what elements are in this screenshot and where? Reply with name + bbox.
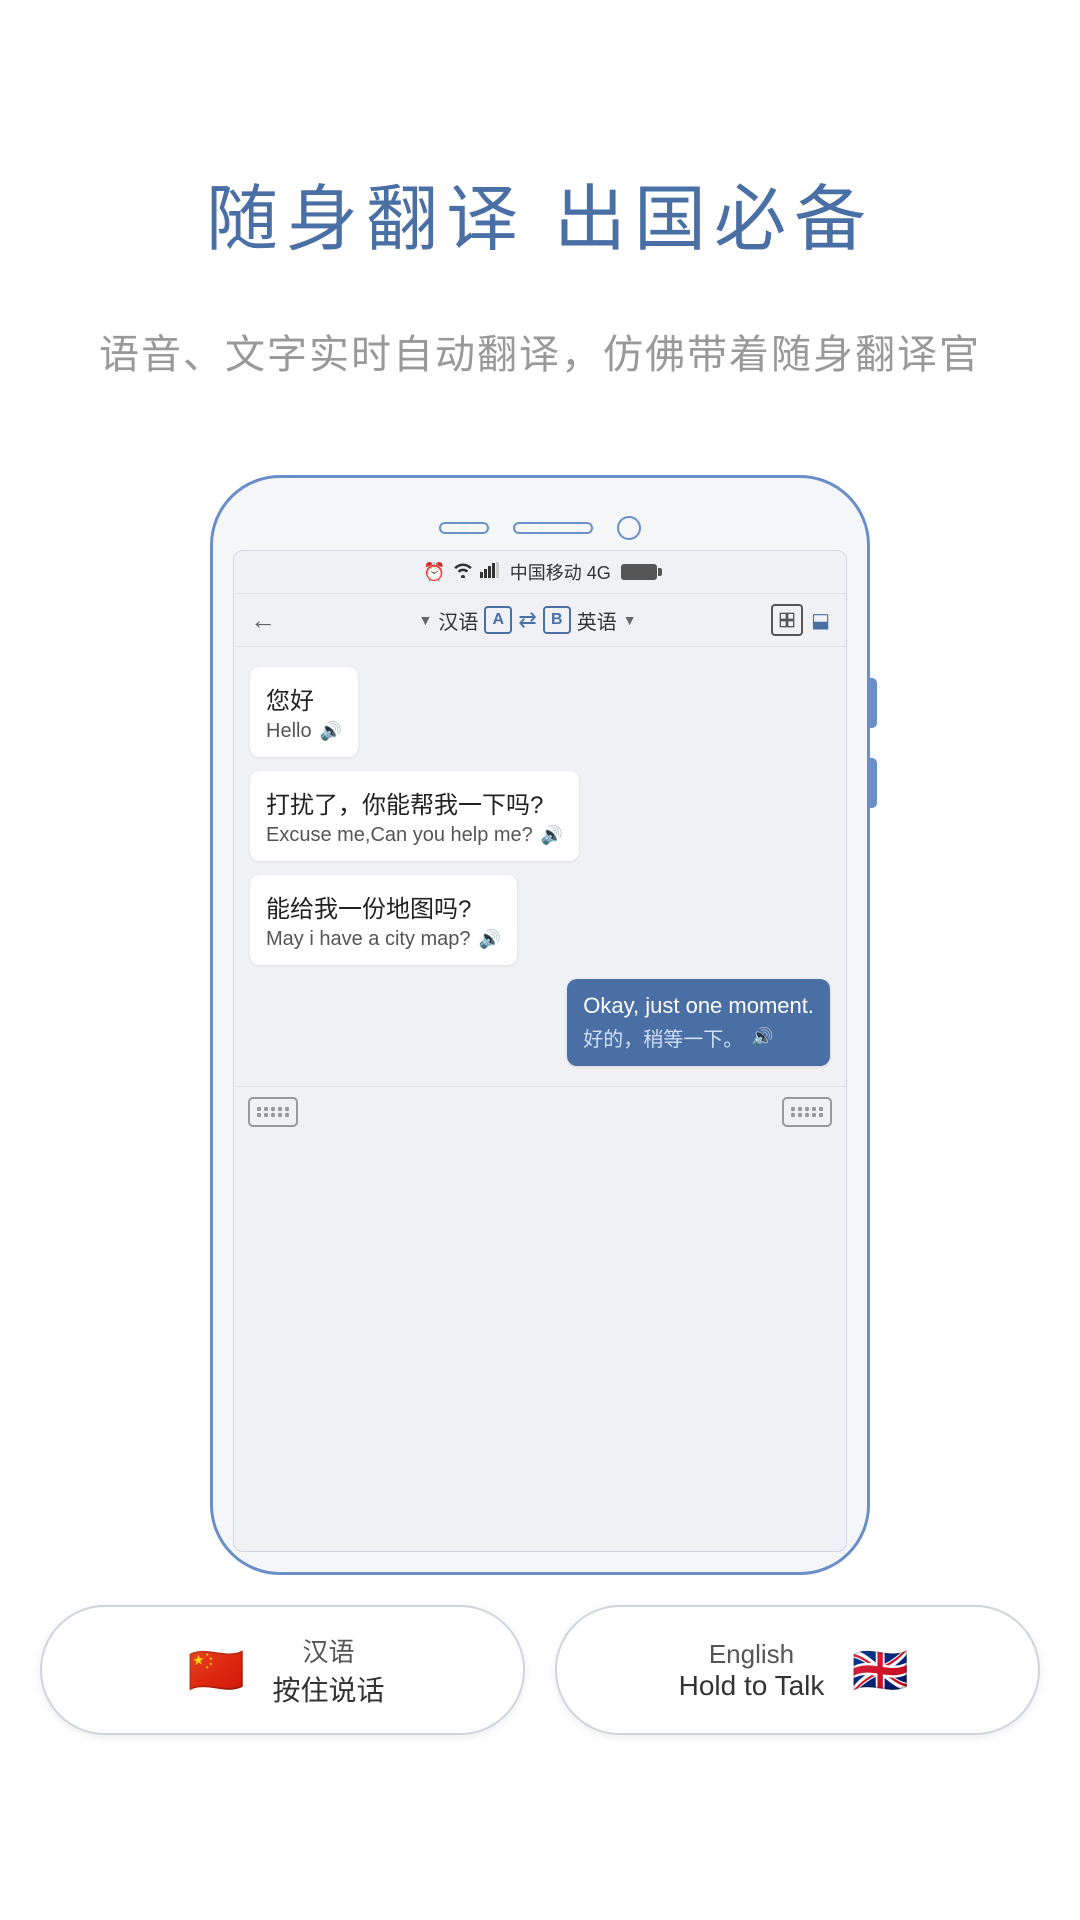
top-section: 随身翻译 出国必备 语音、文字实时自动翻译，仿佛带着随身翻译官 xyxy=(0,0,1080,385)
message-4: Okay, just one moment. 好的，稍等一下。 🔊 xyxy=(567,979,830,1066)
msg3-sound-icon[interactable]: 🔊 xyxy=(479,929,501,950)
msg2-sound-icon[interactable]: 🔊 xyxy=(541,825,563,846)
message-1: 您好 Hello 🔊 xyxy=(250,667,358,757)
lang-from-arrow[interactable]: ▼ xyxy=(418,612,432,628)
language-selector: ▼ 汉语 A ⇄ B 英语 ▼ xyxy=(292,606,763,635)
msg3-original: 能给我一份地图吗? xyxy=(266,889,501,924)
english-talk-button[interactable]: English Hold to Talk 🇬🇧 xyxy=(555,1605,1040,1735)
lang-to-label[interactable]: 英语 xyxy=(577,606,617,635)
phone-front-cam xyxy=(617,516,641,540)
message-2: 打扰了，你能帮我一下吗? Excuse me,Can you help me? … xyxy=(250,771,579,861)
phone-speaker xyxy=(513,522,593,534)
msg1-original: 您好 xyxy=(266,681,342,716)
english-action-label: Hold to Talk xyxy=(679,1670,825,1702)
msg4-translation: 好的，稍等一下。 🔊 xyxy=(583,1023,814,1052)
msg2-original: 打扰了，你能帮我一下吗? xyxy=(266,785,563,820)
swap-languages-button[interactable]: ⇄ xyxy=(518,607,536,633)
chinese-btn-text: 汉语 按住说话 xyxy=(272,1632,384,1709)
battery-icon xyxy=(621,564,657,580)
app-nav: ← ▼ 汉语 A ⇄ B 英语 ▼ xyxy=(234,594,846,647)
phone-bottom-bar xyxy=(234,1086,846,1137)
keyboard-dots-left xyxy=(257,1107,290,1117)
chinese-flag: 🇨🇳 xyxy=(180,1634,252,1706)
phone-top-bar xyxy=(233,498,847,550)
phone-screen: ⏰ 中国移动 4G ← ▼ 汉语 xyxy=(233,550,847,1552)
lang-from-label[interactable]: 汉语 xyxy=(438,606,478,635)
signal-icon xyxy=(480,562,500,583)
carrier-text: 中国移动 4G xyxy=(510,559,611,585)
subtitle: 语音、文字实时自动翻译，仿佛带着随身翻译官 xyxy=(39,325,1041,385)
bottom-talk-buttons: 🇨🇳 汉语 按住说话 English Hold to Talk 🇬🇧 xyxy=(0,1575,1080,1785)
msg1-translation: Hello 🔊 xyxy=(266,720,342,743)
phone-side-btn-volume-down xyxy=(867,758,877,808)
status-bar: ⏰ 中国移动 4G xyxy=(234,551,846,594)
lang-to-arrow[interactable]: ▼ xyxy=(623,612,637,628)
english-lang-label: English xyxy=(709,1639,794,1670)
msg4-sound-icon[interactable]: 🔊 xyxy=(751,1027,773,1048)
chinese-talk-button[interactable]: 🇨🇳 汉语 按住说话 xyxy=(40,1605,525,1735)
back-button[interactable]: ← xyxy=(250,605,276,636)
msg4-original: Okay, just one moment. xyxy=(583,993,814,1019)
msg2-translation: Excuse me,Can you help me? 🔊 xyxy=(266,824,563,847)
english-btn-text: English Hold to Talk xyxy=(679,1639,825,1702)
english-flag: 🇬🇧 xyxy=(844,1634,916,1706)
keyboard-right-icon[interactable] xyxy=(782,1097,832,1127)
settings-icon[interactable] xyxy=(771,604,803,636)
phone-side-btn-volume-up xyxy=(867,678,877,728)
message-3: 能给我一份地图吗? May i have a city map? 🔊 xyxy=(250,875,517,965)
chinese-action-label: 按住说话 xyxy=(272,1669,384,1709)
phone-home-btn xyxy=(439,522,489,534)
lang-a-button[interactable]: A xyxy=(484,606,512,634)
msg3-translation: May i have a city map? 🔊 xyxy=(266,928,501,951)
chat-area: 您好 Hello 🔊 打扰了，你能帮我一下吗? Excuse me,Can yo… xyxy=(234,647,846,1086)
keyboard-left-icon[interactable] xyxy=(248,1097,298,1127)
nav-icons: ⬓ xyxy=(771,604,830,636)
status-icons: ⏰ 中国移动 4G xyxy=(423,559,656,585)
lang-b-button[interactable]: B xyxy=(543,606,571,634)
chinese-lang-label: 汉语 xyxy=(302,1632,354,1669)
bluetooth-icon[interactable]: ⬓ xyxy=(811,608,830,633)
phone-mockup: ⏰ 中国移动 4G ← ▼ 汉语 xyxy=(210,475,870,1575)
alarm-icon: ⏰ xyxy=(423,562,445,583)
wifi-icon xyxy=(452,562,474,583)
phone-outer: ⏰ 中国移动 4G ← ▼ 汉语 xyxy=(210,475,870,1575)
msg1-sound-icon[interactable]: 🔊 xyxy=(320,721,342,742)
main-title: 随身翻译 出国必备 xyxy=(206,160,874,265)
keyboard-dots-right xyxy=(791,1107,824,1117)
